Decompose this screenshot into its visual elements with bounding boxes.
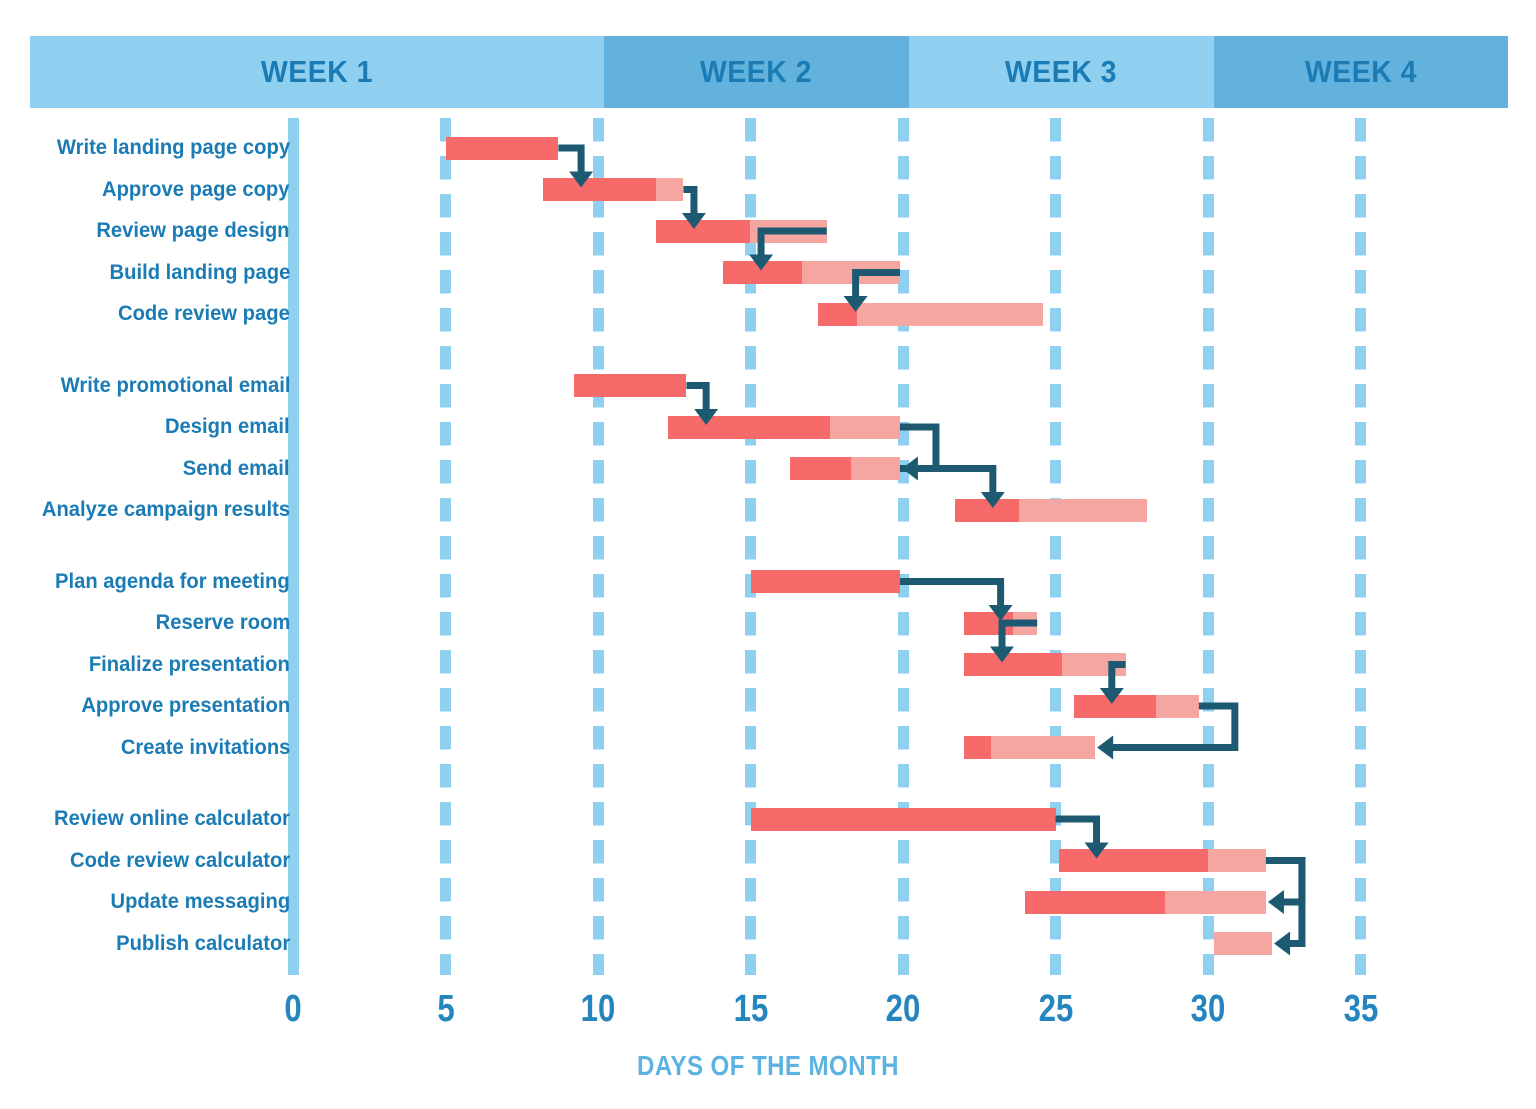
- gantt-chart: WEEK 1 WEEK 2 WEEK 3 WEEK 4 Write landing p…: [0, 0, 1536, 1109]
- x-tick-label: 10: [580, 988, 616, 1030]
- x-tick-label: 15: [733, 988, 768, 1030]
- x-axis-layer: 0 5 10 15 20 25 30 35: [0, 0, 1536, 1109]
- x-tick-label: 5: [436, 988, 455, 1030]
- x-tick-label: 30: [1190, 988, 1226, 1030]
- x-tick-label: 0: [284, 988, 302, 1030]
- x-axis-title: DAYS OF THE MONTH: [637, 1050, 899, 1081]
- x-tick-label: 20: [885, 988, 921, 1030]
- x-tick-label: 25: [1038, 988, 1073, 1030]
- x-tick-label: 35: [1343, 988, 1378, 1030]
